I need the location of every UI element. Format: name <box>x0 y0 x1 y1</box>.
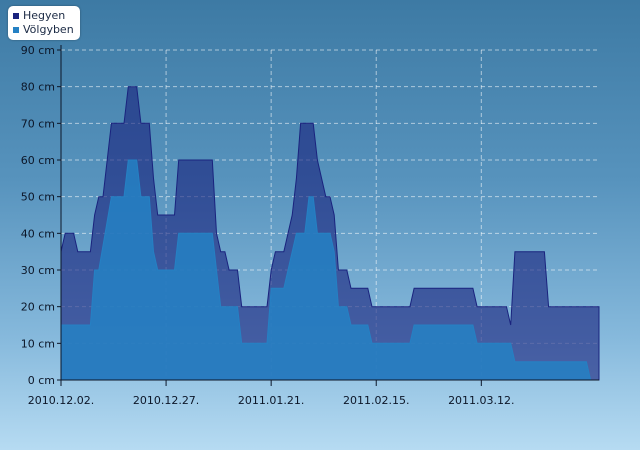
x-tick-label: 2011.02.15. <box>343 394 409 407</box>
y-tick-label: 40 cm <box>21 227 55 240</box>
x-tick-label: 2011.01.21. <box>238 394 304 407</box>
x-tick-label: 2010.12.27. <box>133 394 199 407</box>
y-tick-label: 90 cm <box>21 44 55 57</box>
legend-label-hegyen: Hegyen <box>23 9 66 22</box>
legend-label-volgyben: Völgyben <box>23 23 74 36</box>
y-axis-labels: 0 cm 10 cm 20 cm 30 cm 40 cm 50 cm 60 cm 70 cm 8… <box>21 44 55 387</box>
x-tick-label: 2010.12.02. <box>28 394 94 407</box>
legend-item-hegyen: Hegyen <box>13 9 74 23</box>
y-tick-label: 70 cm <box>21 117 55 130</box>
y-tick-label: 50 cm <box>21 191 55 204</box>
y-tick-label: 60 cm <box>21 154 55 167</box>
y-tick-label: 0 cm <box>28 374 55 387</box>
x-axis-labels: 2010.12.02. 2010.12.27. 2011.01.21. 2011.02… <box>28 394 515 407</box>
y-tick-label: 10 cm <box>21 337 55 350</box>
x-tick-label: 2011.03.12. <box>448 394 514 407</box>
y-tick-label: 20 cm <box>21 301 55 314</box>
legend-swatch-hegyen <box>13 13 19 19</box>
legend-swatch-volgyben <box>13 27 19 33</box>
y-tick-label: 30 cm <box>21 264 55 277</box>
legend: Hegyen Völgyben <box>8 6 80 40</box>
y-tick-label: 80 cm <box>21 81 55 94</box>
chart: 0 cm 10 cm 20 cm 30 cm 40 cm 50 cm 60 cm 70 cm 8… <box>21 44 600 407</box>
legend-item-volgyben: Völgyben <box>13 23 74 37</box>
